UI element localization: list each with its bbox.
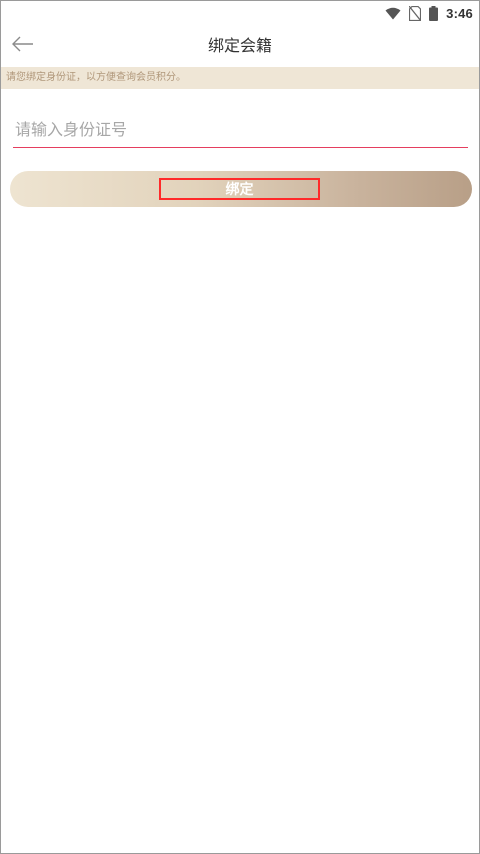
app-screen: 3:46 绑定会籍 请您绑定身份证，以方便查询会员积分。 绑定 [0, 0, 480, 854]
bind-button[interactable]: 绑定 [10, 171, 472, 207]
wifi-icon [385, 7, 401, 20]
bind-button-label: 绑定 [159, 178, 320, 200]
notice-banner: 请您绑定身份证，以方便查询会员积分。 [1, 67, 479, 89]
battery-icon [429, 5, 439, 21]
status-bar: 3:46 [1, 1, 479, 25]
no-sim-icon [409, 5, 422, 21]
status-icons: 3:46 [385, 3, 473, 23]
page-title: 绑定会籍 [207, 36, 272, 55]
status-time: 3:46 [446, 5, 473, 21]
id-number-field-wrapper [13, 113, 468, 148]
title-bar: 绑定会籍 [1, 25, 479, 67]
notice-text: 请您绑定身份证，以方便查询会员积分。 [6, 72, 186, 83]
id-number-input[interactable] [13, 113, 468, 145]
